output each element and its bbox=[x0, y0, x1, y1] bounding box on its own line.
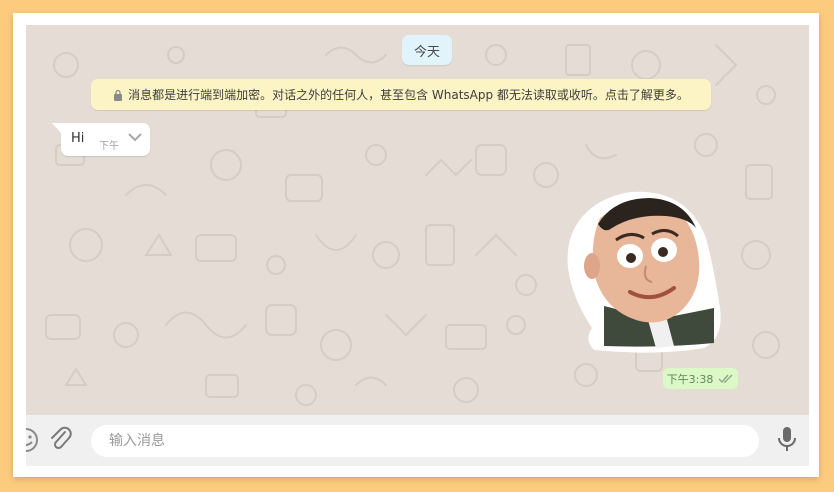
date-separator-label: 今天 bbox=[413, 44, 440, 60]
double-check-icon bbox=[718, 374, 733, 383]
paperclip-icon[interactable] bbox=[48, 425, 74, 453]
incoming-message[interactable]: Hi 下午 bbox=[52, 123, 150, 156]
message-time: 下午 bbox=[99, 141, 119, 152]
message-text: Hi bbox=[71, 131, 85, 146]
chat-panel: 今天 消息都是进行端到端加密。对话之外的任何人，甚至包含 WhatsApp 都无… bbox=[26, 25, 809, 466]
sticker-time: 下午3:38 bbox=[666, 372, 714, 386]
sticker-image[interactable] bbox=[564, 188, 724, 354]
message-input[interactable] bbox=[107, 432, 731, 450]
microphone-icon[interactable] bbox=[776, 425, 798, 453]
emoji-icon[interactable] bbox=[26, 426, 40, 454]
chevron-down-icon[interactable] bbox=[125, 129, 145, 145]
date-separator: 今天 bbox=[402, 35, 452, 65]
encryption-notice[interactable]: 消息都是进行端到端加密。对话之外的任何人，甚至包含 WhatsApp 都无法读取… bbox=[91, 79, 711, 110]
lock-icon bbox=[114, 89, 123, 101]
composer-bar bbox=[26, 415, 809, 466]
encryption-notice-text: 消息都是进行端到端加密。对话之外的任何人，甚至包含 WhatsApp 都无法读取… bbox=[128, 88, 689, 102]
message-input-wrapper bbox=[91, 425, 759, 457]
sticker-meta: 下午3:38 bbox=[663, 368, 738, 389]
